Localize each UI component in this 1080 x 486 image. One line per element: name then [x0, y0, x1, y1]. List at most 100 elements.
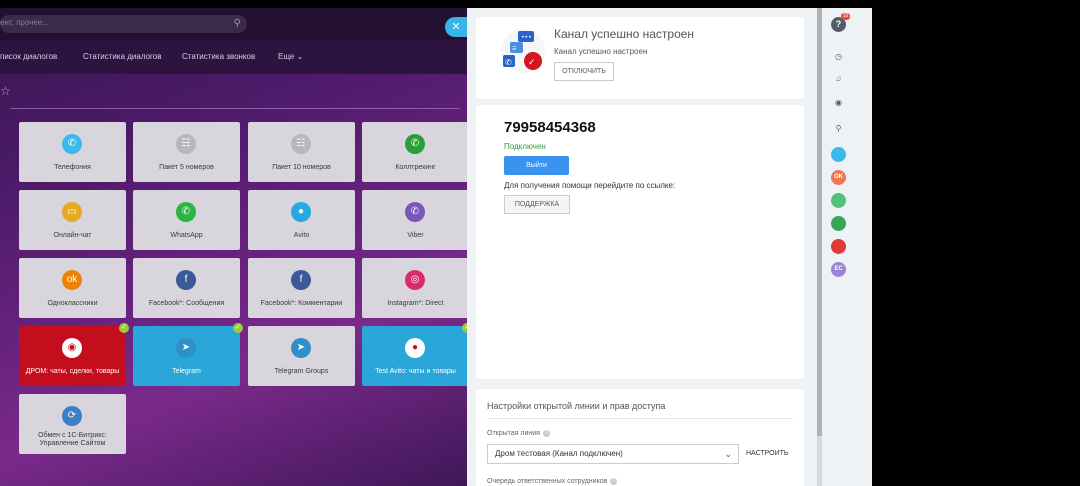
recent-chat-avatar[interactable] [831, 216, 846, 231]
connector-tile-label: Telegram Groups [274, 368, 329, 375]
telegram-icon: ➤ [176, 338, 196, 358]
connector-tile-label: Телефония [54, 164, 91, 171]
open-line-select[interactable]: Дром тестовая (Канал подключен) ⌄ [487, 444, 739, 464]
background-app: ент, прочее... ⚲ писок диалогов Статисти… [0, 8, 467, 486]
bitrix-exchange-icon: ⟳ [62, 406, 82, 426]
whatsapp-icon: ✆ [176, 202, 196, 222]
svg-text:✓: ✓ [528, 58, 536, 68]
support-button[interactable]: ПОДДЕРЖКА [504, 195, 570, 214]
connector-tile: ➤ Telegram ✓ [133, 323, 243, 386]
connector-tile: ok Одноклассники [19, 258, 126, 318]
connector-tile: f Facebook*: Сообщения [133, 258, 240, 318]
clock-icon[interactable]: ◷ [831, 49, 846, 64]
connector-tile-label: Одноклассники [47, 300, 98, 307]
close-slider-button[interactable]: ✕ [445, 17, 467, 37]
drom-icon: ◉ [62, 338, 82, 358]
help-hint-icon[interactable]: ? [610, 478, 618, 485]
connector-tile-label: Коллтрекинг [395, 164, 436, 171]
help-hint-icon[interactable]: ? [542, 430, 550, 437]
chevron-down-icon: ⌄ [724, 449, 732, 459]
bell-icon[interactable]: ♫ [831, 71, 846, 86]
connected-check-icon: ✓ [119, 323, 129, 333]
recent-chat-avatar[interactable] [831, 147, 846, 162]
telegram-icon: ➤ [291, 338, 311, 358]
instagram-icon: ◎ [405, 270, 425, 290]
queue-label: Очередь ответственных сотрудников? [487, 478, 618, 485]
connector-tile: ◉ ДРОМ: чаты, сделки, товары ✓ [19, 323, 129, 386]
connector-tile: ● Avito [248, 190, 355, 250]
nav-more-label: Еще [278, 52, 295, 61]
connector-tile-label: Avito [293, 232, 310, 239]
connector-tile: ▭ Онлайн-чат [19, 190, 126, 250]
settings-divider [487, 418, 793, 419]
channel-status-subtitle: Канал успешно настроен [554, 47, 648, 56]
connector-tile-label: Онлайн-чат [53, 232, 92, 239]
background-nav: писок диалогов Статистика диалогов Стати… [0, 40, 467, 74]
connector-tile-label: Telegram [172, 368, 201, 375]
nav-more: Еще ⌄ [278, 52, 303, 61]
background-search-input: ент, прочее... ⚲ [0, 15, 247, 33]
svg-text:•••: ••• [521, 34, 532, 41]
search-icon: ⚲ [233, 18, 241, 29]
connected-check-icon: ✓ [233, 323, 243, 333]
recent-chat-avatar[interactable] [831, 193, 846, 208]
facebook-icon: f [176, 270, 196, 290]
connector-tile: ◎ Instagram*: Direct [362, 258, 467, 318]
background-divider [10, 108, 460, 109]
connector-tile-label: Facebook*: Сообщения [148, 300, 225, 307]
phone-icon: ✆ [62, 134, 82, 154]
phone-pack-icon: ☷ [176, 134, 196, 154]
connector-settings-panel: ••• ☰ ✆ ✓ Канал успешно настроен Канал у… [467, 8, 819, 486]
connector-tile-label: ДРОМ: чаты, сделки, товары [25, 368, 120, 375]
svg-text:✆: ✆ [505, 58, 512, 67]
avito-icon: ● [291, 202, 311, 222]
connector-tile: ✆ Viber [362, 190, 467, 250]
connector-tile: ☷ Пакет 10 номеров [248, 122, 355, 182]
help-text: Для получения помощи перейдите по ссылке… [504, 181, 676, 190]
connector-tile-label: Instagram*: Direct [387, 300, 444, 307]
svg-text:☰: ☰ [512, 46, 517, 52]
recent-chat-avatar[interactable]: EC [831, 262, 846, 277]
channel-configured-card: ••• ☰ ✆ ✓ Канал успешно настроен Канал у… [476, 17, 804, 99]
connector-tile: ➤ Telegram Groups [248, 326, 355, 386]
connector-tile: ✆ Телефония [19, 122, 126, 182]
notification-badge: 10 [841, 13, 850, 20]
nav-call-stats: Статистика звонков [182, 52, 256, 61]
open-line-select-value: Дром тестовая (Канал подключен) [495, 449, 623, 458]
recent-chat-avatar[interactable]: OK [831, 170, 846, 185]
chevron-down-icon: ⌄ [296, 52, 304, 61]
configure-button[interactable]: НАСТРОИТЬ [746, 450, 789, 457]
connector-tile-label: Test Avito: чаты и товары [375, 368, 456, 375]
search-icon[interactable]: ⚲ [831, 121, 846, 136]
connector-tile: ✆ Коллтрекинг [362, 122, 467, 182]
right-border [872, 0, 1080, 486]
connector-tile-label: Пакет 5 номеров [159, 164, 214, 171]
phone-pack-icon: ☷ [291, 134, 311, 154]
connector-tile: ⟳ Обмен с 1С-Битрикс: Управление Сайтом [19, 394, 126, 454]
open-line-settings-title: Настройки открытой линии и прав доступа [487, 401, 666, 411]
connector-tile-label: Facebook*: Комментарии [260, 300, 343, 307]
background-header: ент, прочее... ⚲ [0, 8, 467, 40]
connector-tile-label: Обмен с 1С-Битрикс: Управление Сайтом [38, 432, 107, 447]
open-line-settings-card: Настройки открытой линии и прав доступа … [476, 389, 804, 486]
viber-icon: ✆ [405, 202, 425, 222]
calltracking-icon: ✆ [405, 134, 425, 154]
disconnect-button[interactable]: ОТКЛЮЧИТЬ [554, 62, 614, 81]
connector-tile-label: WhatsApp [170, 232, 203, 239]
facebook-comments-icon: f [291, 270, 311, 290]
channel-status-title: Канал успешно настроен [554, 27, 695, 41]
connector-tile: f Facebook*: Комментарии [248, 258, 355, 318]
recent-chat-avatar[interactable] [831, 239, 846, 254]
star-icon: ☆ [0, 84, 11, 98]
account-phone: 79958454368 [504, 119, 596, 136]
logout-button[interactable]: Выйти [504, 156, 569, 175]
account-card: 79958454368 Подключен Выйти Для получени… [476, 105, 804, 379]
nav-dialog-stats: Статистика диалогов [83, 52, 162, 61]
connector-tile-label: Пакет 10 номеров [272, 164, 331, 171]
open-line-label-text: Открытая линия [487, 430, 540, 437]
connector-tile: ●Test Avito: чаты и товары✓ [362, 323, 467, 386]
chat-bubble-icon[interactable]: ◉ [831, 95, 846, 110]
screen: ент, прочее... ⚲ писок диалогов Статисти… [0, 0, 1080, 486]
nav-dialog-list: писок диалогов [0, 52, 58, 61]
drom-chat-logo-icon: ••• ☰ ✆ ✓ [501, 29, 545, 73]
